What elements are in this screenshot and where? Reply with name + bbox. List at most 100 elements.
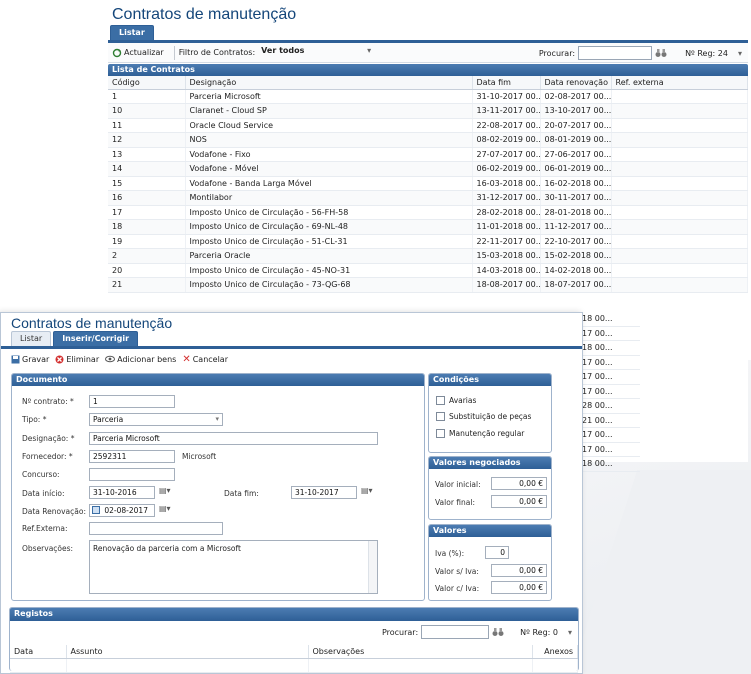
valores-negociados-header: Valores negociados — [429, 457, 551, 469]
registos-search-label: Procurar: — [381, 627, 419, 637]
search-input[interactable] — [578, 46, 653, 60]
table-cell: 18 — [108, 219, 186, 235]
column-header-data-fim[interactable]: Data fim — [472, 76, 541, 90]
cancel-button[interactable]: ✕ Cancelar — [182, 354, 228, 365]
table-cell: 14 — [108, 161, 186, 177]
notes-textarea[interactable]: Renovação da parceria com a Microsoft — [89, 540, 378, 594]
table-row[interactable]: 20 Imposto Unico de Circulação - 45-NO-31… — [108, 263, 748, 278]
value-with-iva-input[interactable]: 0,00 € — [491, 581, 547, 594]
page-title: Contratos de manutenção — [112, 6, 297, 23]
checkbox-box[interactable] — [436, 412, 445, 421]
table-cell: Vodafone - Fixo — [185, 147, 473, 162]
filter-label: Filtro de Contratos: — [178, 48, 256, 57]
column-header-observacoes[interactable]: Observações — [308, 645, 533, 659]
checkbox-avarias[interactable]: Avarias — [436, 396, 476, 405]
obscured-date-cell: 18 00... — [580, 341, 640, 356]
renewal-date-input[interactable]: 02-08-2017 — [89, 504, 155, 517]
tab-listar[interactable]: Listar — [11, 331, 52, 346]
column-header-data-renovacao[interactable]: Data renovação — [540, 76, 612, 90]
delete-label: Eliminar — [66, 354, 100, 364]
tab-inserir-corrigir[interactable]: Inserir/Corrigir — [53, 331, 139, 346]
table-row[interactable] — [10, 658, 578, 673]
table-cell: 11 — [108, 118, 186, 133]
final-value-input[interactable]: 0,00 € — [491, 495, 547, 508]
value-no-iva-input[interactable]: 0,00 € — [491, 564, 547, 577]
table-cell: 16-03-2018 00... — [472, 176, 541, 191]
binoculars-icon[interactable] — [655, 48, 667, 58]
checkbox-substituicao[interactable]: Substituição de peças — [436, 412, 531, 421]
list-panel-header: Lista de Contratos — [108, 64, 748, 76]
delete-button[interactable]: Eliminar — [55, 355, 99, 364]
table-cell: Claranet - Cloud SP — [185, 103, 473, 119]
notes-scrollbar[interactable] — [368, 541, 377, 593]
table-row[interactable]: 1 Parceria Microsoft 31-10-2017 00... 02-08… — [108, 89, 748, 104]
end-date-input[interactable]: 31-10-2017 — [291, 486, 357, 499]
tab-listar[interactable]: Listar — [110, 25, 154, 40]
notes-value: Renovação da parceria com a Microsoft — [93, 544, 241, 553]
chevron-down-icon: ▾ — [367, 45, 372, 55]
table-cell: 31-10-2017 00... — [472, 89, 541, 104]
checkbox-box[interactable] — [436, 429, 445, 438]
toolbar-separator — [173, 45, 175, 60]
type-select[interactable]: Parceria ▾ — [89, 413, 223, 426]
column-header-ref-externa[interactable]: Ref. externa — [611, 76, 748, 90]
table-cell — [611, 190, 748, 206]
table-row[interactable]: 14 Vodafone - Móvel 06-02-2019 00... 06-01-… — [108, 161, 748, 177]
initial-value-input[interactable]: 0,00 € — [491, 477, 547, 490]
column-header-codigo[interactable]: Código — [108, 76, 186, 90]
obscured-dates-column: 18 00... 17 00... 18 00... 17 00... 17 00...… — [580, 312, 640, 472]
table-cell — [611, 176, 748, 191]
table-row[interactable]: 12 NOS 08-02-2019 00... 08-01-2019 00... — [108, 132, 748, 148]
table-cell: Parceria Oracle — [185, 248, 473, 264]
table-cell — [611, 277, 748, 293]
start-date-input[interactable]: 31-10-2016 — [89, 486, 155, 499]
table-row[interactable]: 15 Vodafone - Banda Larga Móvel 16-03-2018… — [108, 176, 748, 191]
calendar-icon[interactable]: ▤▾ — [159, 486, 175, 499]
calendar-icon[interactable]: ▤▾ — [159, 504, 175, 517]
refresh-button[interactable]: Actualizar — [112, 48, 164, 58]
contracts-table: Código Designação Data fim Data renovaçã… — [108, 76, 748, 293]
table-row[interactable]: 21 Imposto Unico de Circulação - 73-QG-68… — [108, 277, 748, 293]
column-header-data[interactable]: Data — [10, 645, 67, 659]
table-row[interactable]: 2 Parceria Oracle 15-03-2018 00... 15-02-20… — [108, 248, 748, 264]
column-header-anexos[interactable]: Anexos — [532, 645, 578, 659]
table-cell: 27-07-2017 00... — [472, 147, 541, 162]
add-goods-button[interactable]: Adicionar bens — [105, 355, 176, 364]
table-cell: 17 — [108, 205, 186, 220]
table-cell: Imposto Unico de Circulação - 56-FH-58 — [185, 205, 473, 220]
contract-no-input[interactable]: 1 — [89, 395, 175, 408]
designation-input[interactable]: Parceria Microsoft — [89, 432, 378, 445]
table-row[interactable]: 13 Vodafone - Fixo 27-07-2017 00... 27-06-2… — [108, 147, 748, 162]
tab-bar: Listar — [108, 25, 748, 43]
chevron-down-icon[interactable]: ▾ — [568, 628, 572, 637]
iva-input[interactable]: 0 — [485, 546, 509, 559]
column-header-assunto[interactable]: Assunto — [66, 645, 309, 659]
supplier-name: Microsoft — [182, 452, 217, 461]
search-label: Procurar: — [538, 48, 576, 58]
table-row[interactable]: 17 Imposto Unico de Circulação - 56-FH-58… — [108, 205, 748, 220]
documento-header: Documento — [12, 374, 424, 386]
final-value-label: Valor final: — [435, 498, 475, 507]
renewal-checkbox[interactable] — [92, 506, 100, 514]
table-cell: 1 — [108, 89, 186, 104]
binoculars-icon[interactable] — [492, 627, 504, 637]
obscured-date-cell: 17 00... — [580, 385, 640, 399]
supplier-input[interactable]: 2592311 — [89, 450, 175, 463]
tender-input[interactable] — [89, 468, 175, 481]
column-header-designacao[interactable]: Designação — [185, 76, 473, 90]
chevron-down-icon[interactable]: ▾ — [738, 49, 742, 58]
table-row[interactable]: 10 Claranet - Cloud SP 13-11-2017 00... 13-… — [108, 103, 748, 119]
table-row[interactable]: 16 Montilabor 31-12-2017 00... 30-11-2017 0… — [108, 190, 748, 206]
registos-search-input[interactable] — [421, 625, 490, 639]
extref-label: Ref.Externa: — [22, 524, 68, 533]
checkbox-manutencao[interactable]: Manutenção regular — [436, 429, 524, 438]
checkbox-box[interactable] — [436, 396, 445, 405]
extref-input[interactable] — [89, 522, 223, 535]
designation-label: Designação: * — [22, 434, 75, 443]
table-row[interactable]: 11 Oracle Cloud Service 22-08-2017 00... 20… — [108, 118, 748, 133]
calendar-icon[interactable]: ▤▾ — [361, 486, 377, 499]
table-row[interactable]: 18 Imposto Unico de Circulação - 69-NL-48… — [108, 219, 748, 235]
table-row[interactable]: 19 Imposto Unico de Circulação - 51-CL-31… — [108, 234, 748, 249]
save-button[interactable]: Gravar — [11, 355, 49, 364]
filter-select[interactable]: Ver todos ▾ — [261, 46, 373, 60]
